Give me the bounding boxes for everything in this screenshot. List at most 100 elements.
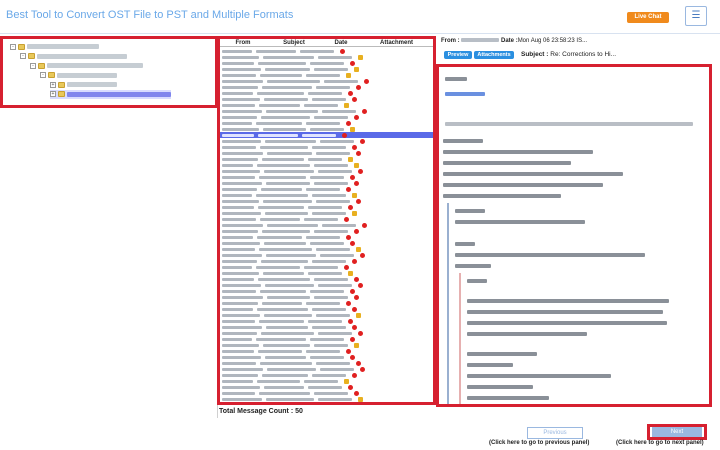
message-subject [258,277,310,281]
subject-label: Subject : [521,51,549,58]
tree-toggle-icon[interactable]: - [10,43,16,50]
message-from [222,193,252,197]
message-date [310,175,344,179]
message-subject [266,253,316,257]
message-subject [266,397,314,401]
column-header-date[interactable]: Date [322,39,360,46]
message-from [222,181,262,185]
tree-item-label [37,53,127,59]
message-from [222,331,257,335]
body-line [467,352,537,356]
message-from [222,133,254,137]
tree-item[interactable]: - [30,61,143,70]
message-subject [257,163,310,167]
message-date [316,199,350,203]
message-date [304,103,338,107]
attachment-status-icon [354,276,359,282]
attachments-tab[interactable]: Attachments [474,51,514,59]
attachment-status-icon [352,144,357,150]
message-from [222,235,253,239]
message-date [300,49,334,53]
message-subject [266,181,310,185]
message-date [306,349,340,353]
message-from [222,397,262,401]
message-subject [267,295,310,299]
tree-toggle-icon[interactable]: - [30,62,36,69]
message-from [222,73,256,77]
message-date [306,73,340,77]
column-header-attachment[interactable]: Attachment [360,39,433,46]
paperclip-icon [346,72,351,78]
message-date [316,247,350,251]
tree-item[interactable]: + [50,80,117,89]
message-from [222,49,252,53]
panel-navigation: Previous Next (Click here to go to previ… [0,418,720,450]
subject-value: Re: Corrections to Hi... [550,51,617,58]
attachment-status-icon [354,180,359,186]
tree-item[interactable]: - [20,52,127,61]
tree-item[interactable]: - [40,71,117,80]
attachment-status-icon [348,318,353,324]
message-date [312,97,346,101]
message-date [314,229,348,233]
message-date [310,289,344,293]
preview-tab[interactable]: Preview [444,51,472,59]
tree-toggle-icon[interactable]: + [50,91,56,97]
body-line [455,220,585,224]
message-date [314,343,348,347]
column-header-subject[interactable]: Subject [266,39,322,46]
message-subject [262,373,308,377]
menu-button[interactable]: ☰ [685,6,707,26]
attachment-status-icon [352,372,357,378]
body-line [445,122,693,126]
message-subject [257,91,304,95]
message-date [310,241,344,245]
tree-toggle-icon[interactable]: - [20,53,26,59]
message-subject [261,331,314,335]
attachment-status-icon [340,48,345,54]
paperclip-icon [358,396,363,402]
message-date [304,217,338,221]
message-row[interactable] [220,402,433,405]
message-from [222,145,256,149]
message-date [306,301,340,305]
previous-button[interactable]: Previous [527,427,583,439]
attachment-status-icon [356,84,361,90]
paperclip-icon [344,102,349,108]
tree-toggle-icon[interactable]: + [50,81,56,88]
live-chat-button[interactable]: Live Chat [627,12,669,23]
message-subject [263,127,306,131]
message-from [222,253,262,257]
message-subject [258,349,302,353]
attachment-status-icon [352,96,357,102]
message-date [306,235,340,239]
tree-item[interactable]: + [50,89,171,99]
attachment-status-icon [344,216,349,222]
message-subject [264,97,308,101]
message-date [322,223,356,227]
body-line [445,77,467,81]
paperclip-icon [354,342,359,348]
paperclip-icon [352,210,357,216]
message-date [318,55,352,59]
message-subject [261,115,310,119]
message-date [318,169,352,173]
column-header-from[interactable]: From [220,39,266,46]
attachment-status-icon [362,108,367,114]
paperclip-icon [356,312,361,318]
message-from [222,361,256,365]
preview-from-date: From : Date :Mon Aug 06 23:58:23 IS... [441,38,587,44]
preview-subject: Subject : Re: Corrections to Hi... [521,51,616,59]
attachment-status-icon [348,384,353,390]
message-from [222,325,262,329]
app-title: Best Tool to Convert OST File to PST and… [6,9,294,21]
attachment-status-icon [360,252,365,258]
message-subject [260,361,312,365]
total-message-count: Total Message Count : 50 [219,408,303,415]
next-button[interactable]: Next [652,427,702,437]
tree-item[interactable]: - [10,42,99,51]
attachment-status-icon [352,306,357,312]
message-subject [264,169,314,173]
attachment-status-icon [350,174,355,180]
tree-toggle-icon[interactable]: - [40,72,46,78]
